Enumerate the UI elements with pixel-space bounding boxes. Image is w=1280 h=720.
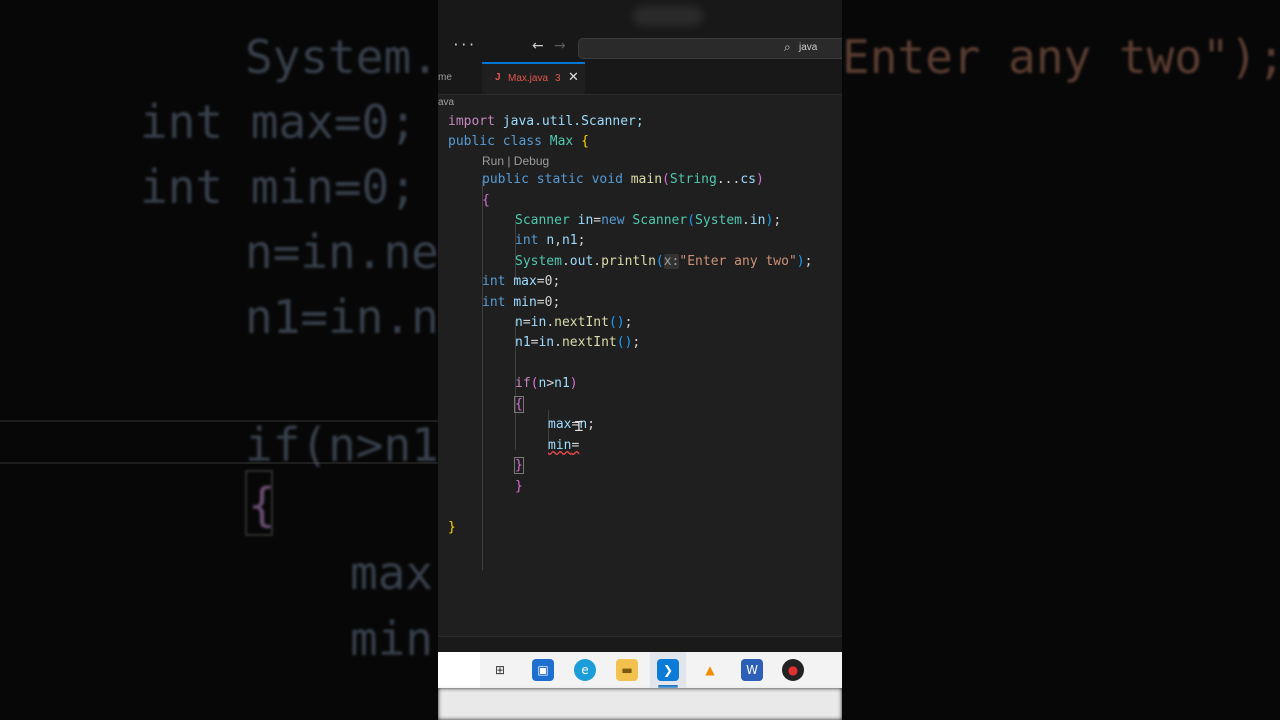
code-line-6: int n,n1; — [515, 233, 586, 248]
code-line-13: { — [514, 396, 524, 413]
search-icon: ⌕ — [784, 40, 791, 54]
bg-line-n: n=in.nex — [245, 225, 467, 279]
file-explorer-icon[interactable]: ▬ — [616, 659, 638, 681]
tab-max-java[interactable]: J Max.java 3 ✕ — [482, 62, 585, 94]
taskbar: ⊞ ▣ e ▬ ❯ ▲ W ● — [438, 652, 842, 688]
vlc-icon[interactable]: ▲ — [699, 659, 721, 681]
code-line-3: public static void main(String...cs) — [482, 172, 764, 187]
forward-arrow-icon[interactable]: → — [554, 38, 566, 54]
problem-count-badge: 3 — [555, 73, 561, 84]
java-file-icon: J — [495, 72, 501, 83]
edge-icon[interactable]: e — [574, 659, 596, 681]
camera-notch — [633, 6, 703, 26]
code-line-7: System.out.println(x:"Enter any two"); — [515, 254, 813, 269]
bg-line-min: int min=0; — [140, 160, 417, 214]
title-bar: ··· ← → ⌕ java — [438, 0, 842, 62]
bg-line-if: if(n>n1) — [245, 418, 467, 472]
code-line-5: Scanner in=new Scanner(System.in); — [515, 213, 782, 228]
word-icon[interactable]: W — [741, 659, 763, 681]
blurred-bottom — [438, 688, 842, 720]
code-line-15: min= — [548, 438, 580, 453]
tab-bar: me J Max.java 3 ✕ — [438, 62, 842, 95]
bg-line-minset: min — [350, 612, 434, 666]
code-editor[interactable]: import java.util.Scanner; public class M… — [438, 110, 842, 640]
back-arrow-icon[interactable]: ← — [532, 38, 544, 54]
code-line-10: n=in.nextInt(); — [515, 315, 633, 330]
recorder-icon[interactable]: ● — [782, 659, 804, 681]
bg-right-string: Enter any two"); — [842, 30, 1280, 84]
text-cursor-icon: Ɪ — [575, 419, 583, 435]
bg-line-system: System. — [245, 30, 439, 84]
status-area — [438, 636, 842, 653]
bg-line-max: int max=0; — [140, 95, 417, 149]
code-line-2: public class Max { — [448, 134, 589, 149]
code-line-14: max=n; — [548, 417, 595, 432]
indent-guide — [482, 180, 483, 570]
code-line-4: { — [482, 193, 490, 208]
task-view-icon[interactable]: ⊞ — [489, 659, 511, 681]
code-line-1: import java.util.Scanner; — [448, 114, 644, 129]
breadcrumb[interactable]: ava — [438, 97, 454, 108]
bg-line-maxset: max — [350, 546, 434, 600]
editor-window: ··· ← → ⌕ java me J Max.java 3 ✕ ava imp… — [438, 0, 842, 720]
code-line-11: n1=in.nextInt(); — [515, 335, 641, 350]
more-icon[interactable]: ··· — [452, 38, 475, 53]
code-line-16: } — [514, 457, 524, 474]
search-text: java — [799, 42, 818, 53]
code-line-8: int max=0; — [482, 274, 561, 289]
bg-line-brace: { — [248, 478, 276, 532]
tab-label: Max.java — [508, 73, 549, 84]
tab-previous[interactable]: me — [438, 72, 452, 83]
bg-line-n1: n1=in.ne — [245, 290, 467, 344]
close-icon[interactable]: ✕ — [568, 70, 579, 85]
store-icon[interactable]: ▣ — [532, 659, 554, 681]
code-line-12: if(n>n1) — [515, 376, 578, 391]
code-line-18: } — [448, 520, 456, 535]
code-line-9: int min=0; — [482, 295, 561, 310]
vscode-icon[interactable]: ❯ — [657, 659, 679, 681]
codelens-run-debug[interactable]: Run | Debug — [482, 154, 549, 168]
start-area[interactable] — [438, 652, 480, 688]
code-line-17: } — [515, 479, 523, 494]
